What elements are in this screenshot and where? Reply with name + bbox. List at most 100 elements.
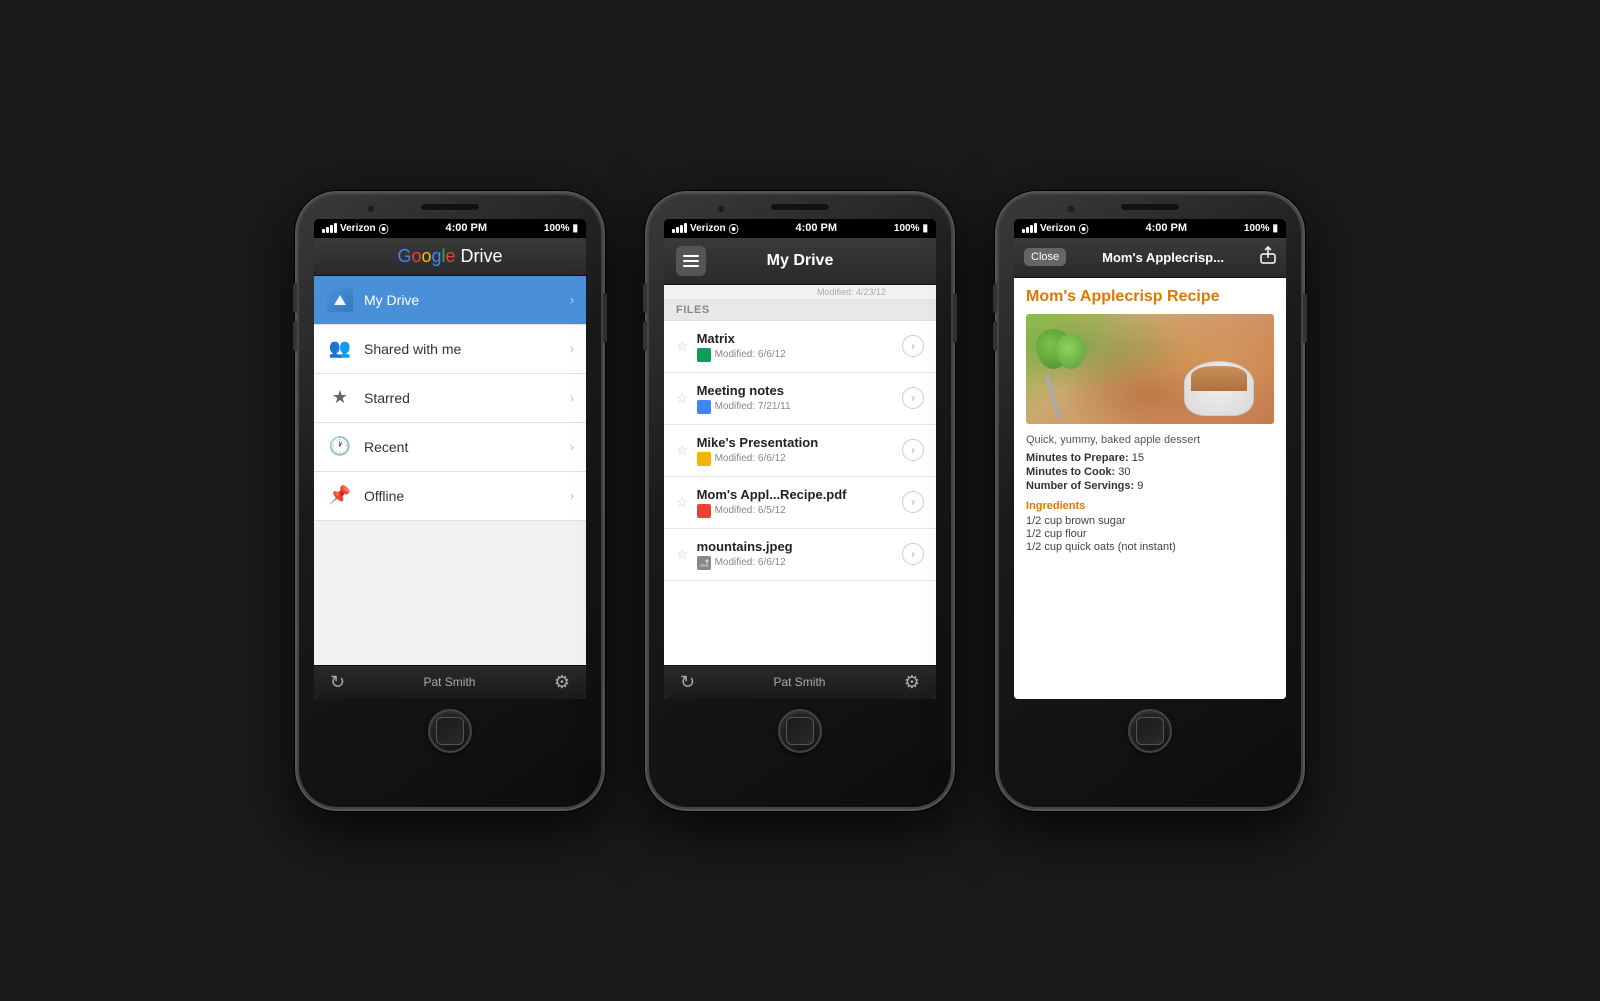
home-button-3[interactable] <box>1128 709 1172 753</box>
file-chevron-mountains[interactable]: › <box>902 543 924 565</box>
cook-label: Minutes to Cook: <box>1026 466 1115 478</box>
doc-header: Close Mom's Applecrisp... <box>1014 238 1286 278</box>
settings-button-2[interactable]: ⚙ <box>904 672 920 693</box>
bottom-bar-2: ↻ Pat Smith ⚙ <box>664 665 936 699</box>
file-item-moms-recipe[interactable]: ☆ Mom's Appl...Recipe.pdf Modified: 6/5/… <box>664 477 936 529</box>
signal-icon-2 <box>672 223 687 233</box>
clock-icon: 🕐 <box>329 436 351 457</box>
file-list: ☆ Matrix Modified: 6/6/12 › ☆ Meeting no… <box>664 321 936 665</box>
my-drive-label: My Drive <box>364 292 570 308</box>
file-item-matrix[interactable]: ☆ Matrix Modified: 6/6/12 › <box>664 321 936 373</box>
file-modified-mountains: Modified: 6/6/12 <box>715 557 786 568</box>
file-modified-mikes-presentation: Modified: 6/6/12 <box>715 453 786 464</box>
ingredients-title: Ingredients <box>1026 500 1274 512</box>
signal-bar-3 <box>330 225 333 233</box>
phone-speaker-3 <box>1120 203 1180 211</box>
nav-item-shared[interactable]: 👥 Shared with me › <box>314 325 586 374</box>
phone-2-screen: Verizon ⦿ 4:00 PM 100% ▮ My Drive <box>664 219 936 699</box>
dish-shape <box>1184 361 1254 416</box>
star-mikes-presentation[interactable]: ☆ <box>676 442 689 459</box>
shared-label: Shared with me <box>364 341 570 357</box>
star-meeting-notes[interactable]: ☆ <box>676 390 689 407</box>
file-item-mikes-presentation[interactable]: ☆ Mike's Presentation Modified: 6/6/12 › <box>664 425 936 477</box>
nav-item-offline[interactable]: 📌 Offline › <box>314 472 586 521</box>
recent-chevron: › <box>570 440 574 454</box>
file-item-mountains[interactable]: ☆ mountains.jpeg Modified: 6/ <box>664 529 936 581</box>
mydrive-header: My Drive <box>664 238 936 285</box>
doc-content: Mom's Applecrisp Recipe Quick, yummy, ba… <box>1014 278 1286 699</box>
mydrive-title: My Drive <box>714 252 886 270</box>
home-button-1[interactable] <box>428 709 472 753</box>
status-right-1: 100% ▮ <box>544 223 578 234</box>
recent-label: Recent <box>364 439 570 455</box>
refresh-button-1[interactable]: ↻ <box>330 672 345 693</box>
volume-up-button-3 <box>993 283 997 313</box>
star-icon: ★ <box>332 387 348 408</box>
left-side-buttons-3 <box>993 283 997 351</box>
refresh-button-2[interactable]: ↻ <box>680 672 695 693</box>
my-drive-chevron: › <box>570 293 574 307</box>
wifi-icon-2: ⦿ <box>729 221 739 236</box>
drive-word: Drive <box>456 246 503 266</box>
status-bar-2: Verizon ⦿ 4:00 PM 100% ▮ <box>664 219 936 238</box>
volume-down-button-2 <box>643 321 647 351</box>
star-matrix[interactable]: ☆ <box>676 338 689 355</box>
file-meta-mikes-presentation: Modified: 6/6/12 <box>697 452 896 466</box>
recent-icon: 🕐 <box>326 433 354 461</box>
file-modified-matrix: Modified: 6/6/12 <box>715 349 786 360</box>
file-info-moms-recipe: Mom's Appl...Recipe.pdf Modified: 6/5/12 <box>697 487 896 518</box>
close-button[interactable]: Close <box>1024 248 1066 266</box>
drive-triangle-icon <box>333 294 347 306</box>
ingredient-3: 1/2 cup quick oats (not instant) <box>1026 541 1274 553</box>
battery-label-3: 100% <box>1244 223 1270 234</box>
file-name-moms-recipe: Mom's Appl...Recipe.pdf <box>697 487 896 502</box>
file-meta-mountains: Modified: 6/6/12 <box>697 556 896 570</box>
star-moms-recipe[interactable]: ☆ <box>676 494 689 511</box>
my-drive-icon <box>326 286 354 314</box>
user-label-2: Pat Smith <box>773 675 825 689</box>
volume-down-button-3 <box>993 321 997 351</box>
home-button-2[interactable] <box>778 709 822 753</box>
carrier-label: Verizon <box>340 223 376 234</box>
nav-item-starred[interactable]: ★ Starred › <box>314 374 586 423</box>
file-chevron-moms-recipe[interactable]: › <box>902 491 924 513</box>
image-icon <box>699 559 709 567</box>
signal-bar-4 <box>334 223 337 233</box>
phone-showcase: Verizon ⦿ 4:00 PM 100% ▮ Google Drive <box>295 191 1305 811</box>
signal-bar-2 <box>326 227 329 233</box>
phone-2-top <box>647 193 953 211</box>
settings-button-1[interactable]: ⚙ <box>554 672 570 693</box>
file-name-mountains: mountains.jpeg <box>697 539 896 554</box>
file-chevron-meeting-notes[interactable]: › <box>902 387 924 409</box>
google-e: e <box>446 246 456 266</box>
left-side-buttons <box>293 283 297 351</box>
files-section-label: FILES <box>664 300 936 321</box>
phone-1: Verizon ⦿ 4:00 PM 100% ▮ Google Drive <box>295 191 605 811</box>
time-label-1: 4:00 PM <box>445 222 487 234</box>
file-info-meeting-notes: Meeting notes Modified: 7/21/11 <box>697 383 896 414</box>
nav-item-my-drive[interactable]: My Drive › <box>314 276 586 325</box>
hamburger-line-1 <box>683 255 699 257</box>
crisp-topping <box>1191 366 1247 391</box>
share-button[interactable] <box>1260 246 1276 269</box>
phone-speaker-2 <box>770 203 830 211</box>
phone-3-screen: Verizon ⦿ 4:00 PM 100% ▮ Close Mom's App… <box>1014 219 1286 699</box>
file-item-meeting-notes[interactable]: ☆ Meeting notes Modified: 7/21/11 › <box>664 373 936 425</box>
file-meta-meeting-notes: Modified: 7/21/11 <box>697 400 896 414</box>
file-chevron-matrix[interactable]: › <box>902 335 924 357</box>
cook-value: 30 <box>1118 466 1130 478</box>
file-chevron-mikes-presentation[interactable]: › <box>902 439 924 461</box>
wifi-icon: ⦿ <box>379 221 389 236</box>
status-bar-3: Verizon ⦿ 4:00 PM 100% ▮ <box>1014 219 1286 238</box>
people-icon: 👥 <box>329 338 351 359</box>
file-name-matrix: Matrix <box>697 331 896 346</box>
nav-item-recent[interactable]: 🕐 Recent › <box>314 423 586 472</box>
file-name-meeting-notes: Meeting notes <box>697 383 896 398</box>
front-camera <box>367 205 375 213</box>
hamburger-menu-button[interactable] <box>676 246 706 276</box>
hamburger-line-3 <box>683 265 699 267</box>
status-bar-1: Verizon ⦿ 4:00 PM 100% ▮ <box>314 219 586 238</box>
carrier-label-3: Verizon <box>1040 223 1076 234</box>
recipe-servings: Number of Servings: 9 <box>1026 480 1274 492</box>
star-mountains[interactable]: ☆ <box>676 546 689 563</box>
